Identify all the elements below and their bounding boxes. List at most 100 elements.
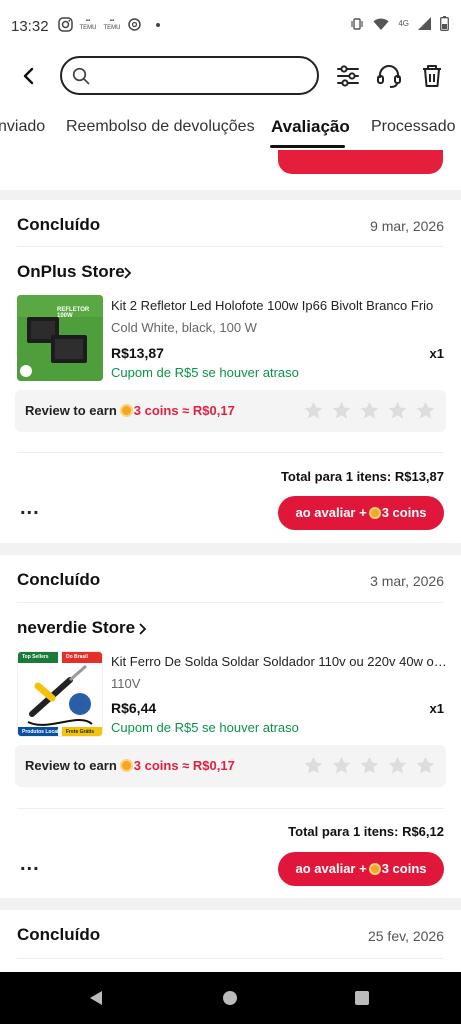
system-status-icons: 4G <box>350 16 449 31</box>
star-icon[interactable] <box>387 400 408 421</box>
instagram-icon <box>58 17 73 32</box>
chatgpt-icon <box>128 18 141 31</box>
temu-notification-icon: ▪▪ TEMU <box>79 17 97 31</box>
star-icon[interactable] <box>387 755 408 776</box>
coupon-text: Cupom de R$5 se houver atraso <box>111 365 299 380</box>
system-navigation-bar <box>0 972 461 1024</box>
tab-processado[interactable]: Processado <box>371 118 456 136</box>
search-input[interactable] <box>98 64 308 86</box>
star-icon[interactable] <box>359 400 380 421</box>
product-variant: 110V <box>111 676 141 691</box>
divider <box>17 452 444 453</box>
store-name: OnPlus Store <box>17 262 125 281</box>
tab-reembolso[interactable]: Reembolso de devoluções <box>66 118 255 136</box>
signal-icon <box>418 17 431 30</box>
top-bar <box>0 52 461 100</box>
store-name: neverdie Store <box>17 618 136 637</box>
notification-icons: ▪▪ TEMU ▪▪ TEMU <box>58 17 160 32</box>
order-date: 3 mar, 2026 <box>370 573 444 589</box>
order-card: Concluído 25 fev, 2026 <box>0 910 461 972</box>
order-card: Concluído 3 mar, 2026 neverdie Store Top… <box>0 555 461 898</box>
coin-icon <box>119 759 133 772</box>
coin-icon <box>368 507 381 519</box>
chevron-right-icon <box>139 623 147 635</box>
star-icon[interactable] <box>359 755 380 776</box>
star-rating[interactable] <box>303 400 436 421</box>
divider <box>17 958 444 959</box>
tab-enviado[interactable]: nviado <box>0 118 45 136</box>
order-total: Total para 1 itens: R$6,12 <box>288 824 444 839</box>
wifi-icon <box>373 18 389 30</box>
chevron-right-icon <box>124 267 132 279</box>
star-icon[interactable] <box>415 400 436 421</box>
order-date: 9 mar, 2026 <box>370 218 444 234</box>
support-headset-icon[interactable] <box>375 62 403 90</box>
search-icon <box>72 67 90 85</box>
back-arrow-icon[interactable] <box>18 64 40 88</box>
more-notifications-dot <box>156 22 160 27</box>
product-thumbnail[interactable]: Top Sellers Do Brasil Produtos Locais Fr… <box>17 651 103 737</box>
review-reward-coins: 3 coins ≈ R$0,17 <box>133 758 235 773</box>
review-button[interactable]: ao avaliar +3 coins <box>278 852 444 886</box>
status-bar: 13:32 ▪▪ TEMU ▪▪ TEMU 4G <box>0 0 461 52</box>
order-tabs: nviado Reembolso de devoluções Avaliação… <box>0 100 461 152</box>
search-bar[interactable] <box>60 56 319 95</box>
product-price: R$6,44 <box>111 700 157 716</box>
previous-review-button[interactable] <box>278 150 443 174</box>
status-time: 13:32 <box>11 18 49 35</box>
product-price: R$13,87 <box>111 345 164 361</box>
divider <box>17 602 444 603</box>
store-link[interactable]: neverdie Store <box>0 618 200 640</box>
thumbnail-badge-top-right: Do Brasil <box>66 654 88 660</box>
temu-notification-icon-2: ▪▪ TEMU <box>103 17 121 31</box>
active-tab-indicator <box>270 145 345 148</box>
product-title[interactable]: Kit Ferro De Solda Soldar Soldador 110v … <box>111 654 447 669</box>
divider <box>17 246 444 247</box>
tab-avaliacao[interactable]: Avaliação <box>271 117 350 137</box>
star-icon[interactable] <box>415 755 436 776</box>
soldering-iron-image <box>18 652 102 736</box>
vibrate-icon <box>351 17 363 30</box>
battery-icon <box>440 16 449 31</box>
review-reward-box: Review to earn 3 coins ≈ R$0,17 <box>15 390 446 432</box>
previous-order-card <box>0 150 461 190</box>
star-icon[interactable] <box>303 400 324 421</box>
order-status: Concluído <box>17 925 101 944</box>
star-icon[interactable] <box>303 755 324 776</box>
more-options-button[interactable]: ... <box>20 497 40 520</box>
nav-recents-icon[interactable] <box>354 990 370 1006</box>
nav-home-icon[interactable] <box>222 990 238 1006</box>
coin-icon <box>119 404 133 417</box>
review-reward-coins: 3 coins ≈ R$0,17 <box>133 403 235 418</box>
star-rating[interactable] <box>303 755 436 776</box>
review-button[interactable]: ao avaliar +3 coins <box>278 496 444 530</box>
review-reward-label: Review to earn 3 coins ≈ R$0,17 <box>25 758 235 773</box>
filter-icon[interactable] <box>334 62 362 90</box>
divider <box>17 808 444 809</box>
thumbnail-text: REFLETOR 100W <box>57 307 90 319</box>
store-link[interactable]: OnPlus Store <box>0 262 200 284</box>
product-quantity: x1 <box>429 701 444 716</box>
star-icon[interactable] <box>331 400 352 421</box>
star-icon[interactable] <box>331 755 352 776</box>
thumbnail-badge-bottom-left: Produtos Locais <box>22 729 62 735</box>
product-quantity: x1 <box>429 346 444 361</box>
product-title[interactable]: Kit 2 Refletor Led Holofote 100w Ip66 Bi… <box>111 298 447 313</box>
order-status: Concluído <box>17 570 101 589</box>
review-reward-box: Review to earn 3 coins ≈ R$0,17 <box>15 745 446 787</box>
product-thumbnail[interactable]: REFLETOR 100W <box>17 295 103 381</box>
coin-icon <box>368 863 381 875</box>
order-status: Concluído <box>17 215 101 234</box>
product-variant: Cold White, black, 100 W <box>111 320 257 335</box>
network-type: 4G <box>398 19 409 28</box>
order-card: Concluído 9 mar, 2026 OnPlus Store REFLE… <box>0 200 461 543</box>
review-reward-label: Review to earn 3 coins ≈ R$0,17 <box>25 403 235 418</box>
thumbnail-badge-bottom-right: Frete Grátis <box>66 729 95 735</box>
trash-icon[interactable] <box>418 62 446 90</box>
nav-back-icon[interactable] <box>88 990 104 1006</box>
more-options-button[interactable]: ... <box>20 853 40 876</box>
order-total: Total para 1 itens: R$13,87 <box>280 469 444 484</box>
order-date: 25 fev, 2026 <box>367 928 444 944</box>
coupon-text: Cupom de R$5 se houver atraso <box>111 720 299 735</box>
thumbnail-badge-top-left: Top Sellers <box>22 654 49 660</box>
